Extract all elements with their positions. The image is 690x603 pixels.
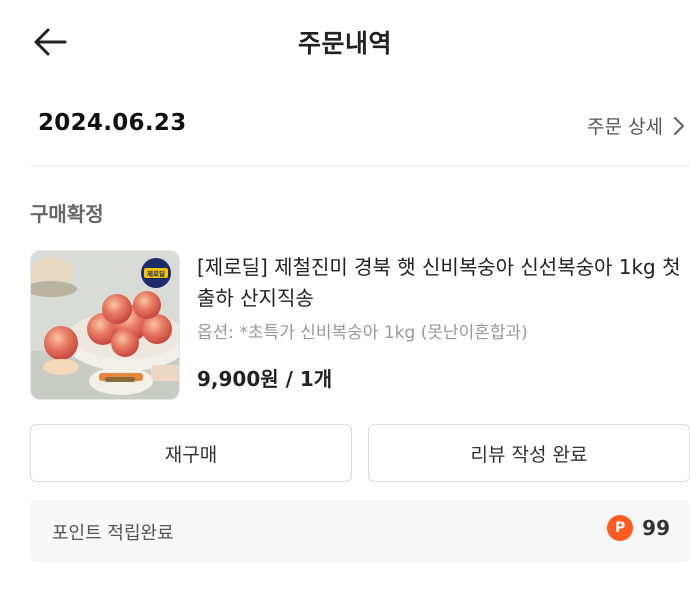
order-status: 구매확정 [30, 202, 104, 226]
points-value: 99 [642, 516, 670, 540]
product-price: 9,900원 / 1개 [197, 367, 333, 391]
order-detail-label: 주문 상세 [587, 116, 663, 138]
chevron-right-icon [673, 116, 685, 135]
point-coin-icon: P [607, 515, 634, 541]
points-amount: P 99 [607, 515, 670, 541]
product-thumbnail[interactable]: 제로딜 [30, 250, 180, 400]
product-name[interactable]: [제로딜] 제철진미 경북 햇 신비복숭아 신선복숭아 1kg 첫 출하 산지직… [197, 252, 690, 314]
order-detail-link[interactable]: 주문 상세 [587, 112, 685, 139]
order-header: 2024.06.23 주문 상세 [30, 100, 690, 148]
product-option: 옵션: *초특가 신비복숭아 1kg (못난이혼합과) [197, 323, 528, 343]
rebuy-button[interactable]: 재구매 [30, 424, 352, 482]
thumbnail-badge-text: 제로딜 [147, 269, 165, 278]
header: 주문내역 [0, 0, 690, 84]
points-banner: 포인트 적립완료 P 99 [30, 500, 690, 562]
product-info: [제로딜] 제철진미 경북 햇 신비복숭아 신선복숭아 1kg 첫 출하 산지직… [197, 252, 690, 392]
order-date: 2024.06.23 [38, 110, 187, 136]
points-label: 포인트 적립완료 [52, 523, 174, 544]
page-title: 주문내역 [297, 29, 392, 58]
product-item[interactable]: 제로딜 [제로딜] 제철진미 경북 햇 신비복숭아 신선복숭아 1kg 첫 출하… [30, 250, 690, 400]
review-complete-button[interactable]: 리뷰 작성 완료 [368, 424, 690, 482]
divider [30, 165, 690, 166]
peach-product-image: 제로딜 [31, 251, 179, 399]
